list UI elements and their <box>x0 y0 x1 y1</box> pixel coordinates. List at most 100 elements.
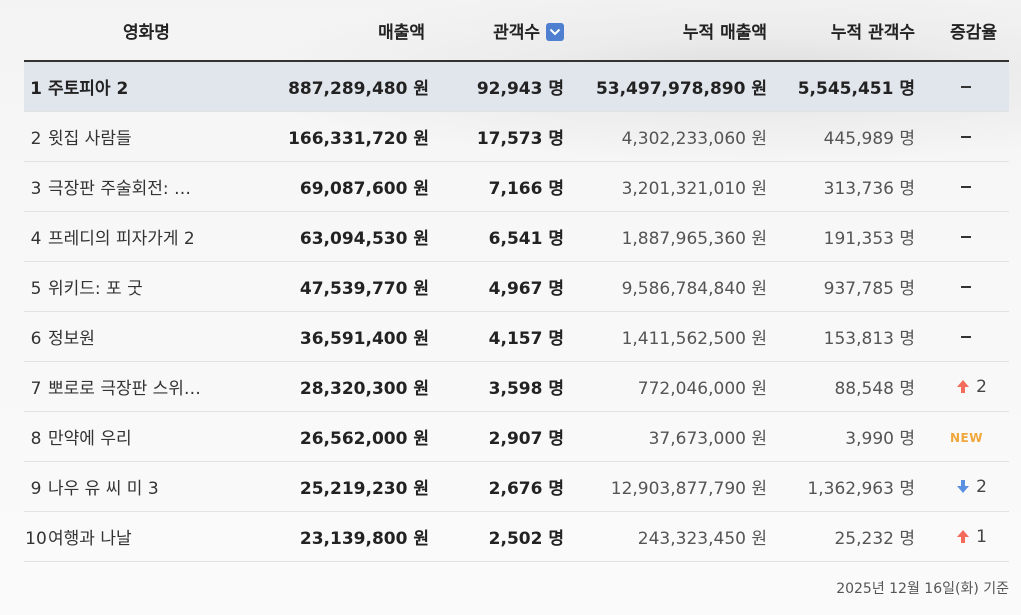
sales-cell: 69,087,600 원 <box>269 161 429 212</box>
change-cell <box>915 61 1009 112</box>
rank-number: 4 <box>30 229 42 249</box>
movie-cell[interactable]: 10여행과 나날 <box>24 511 269 562</box>
accumulated-sales-cell: 1,887,965,360 원 <box>564 211 767 262</box>
header-audience[interactable]: 관객수 <box>429 0 564 62</box>
header-change-rate[interactable]: 증감율 <box>915 0 1009 62</box>
movie-title[interactable]: 위키드: 포 굿 <box>48 274 143 299</box>
sales-cell: 36,591,400 원 <box>269 311 429 362</box>
movie-cell[interactable]: 5 위키드: 포 굿 <box>24 261 269 312</box>
movie-title[interactable]: 뽀로로 극장판 스위… <box>48 374 201 399</box>
movie-cell[interactable]: 7 뽀로로 극장판 스위… <box>24 361 269 412</box>
change-value: 2 <box>976 376 987 397</box>
rank-number: 3 <box>30 179 42 199</box>
table-body: 1 주토피아 2 887,289,480 원 92,943 명 53,497,978,8… <box>24 61 1009 562</box>
accumulated-audience-cell: 5,545,451 명 <box>767 61 915 112</box>
movie-title[interactable]: 프레디의 피자가게 2 <box>48 224 195 249</box>
movie-title[interactable]: 만약에 우리 <box>48 424 132 449</box>
accumulated-audience-cell: 313,736 명 <box>767 161 915 212</box>
table-row[interactable]: 10여행과 나날 23,139,800 원 2,502 명 243,323,450 원… <box>24 511 1009 562</box>
table-row[interactable]: 8 만약에 우리 26,562,000 원 2,907 명 37,673,000 원 3,… <box>24 411 1009 462</box>
accumulated-audience-cell: 3,990 명 <box>767 411 915 462</box>
movie-cell[interactable]: 2 윗집 사람들 <box>24 111 269 162</box>
table-row[interactable]: 7 뽀로로 극장판 스위… 28,320,300 원 3,598 명 772,046,0… <box>24 361 1009 412</box>
movie-title[interactable]: 극장판 주술회전: … <box>48 174 191 199</box>
arrow-down-icon <box>957 479 970 493</box>
change-cell: 1 <box>915 511 1009 562</box>
box-office-table: 영화명 매출액 관객수 누적 매출액 누적 관객수 증감율 1 주토피아 2 887… <box>24 0 1009 562</box>
accumulated-sales-cell: 9,586,784,840 원 <box>564 261 767 312</box>
no-change-dash-icon <box>961 235 971 238</box>
audience-cell: 2,502 명 <box>429 511 564 562</box>
audience-cell: 17,573 명 <box>429 111 564 162</box>
sales-cell: 887,289,480 원 <box>269 61 429 112</box>
header-sales[interactable]: 매출액 <box>269 0 429 62</box>
accumulated-sales-cell: 53,497,978,890 원 <box>564 61 767 112</box>
audience-cell: 4,157 명 <box>429 311 564 362</box>
change-cell <box>915 211 1009 262</box>
no-change-dash-icon <box>961 335 971 338</box>
accumulated-audience-cell: 445,989 명 <box>767 111 915 162</box>
table-row[interactable]: 3 극장판 주술회전: … 69,087,600 원 7,166 명 3,201,321… <box>24 161 1009 212</box>
rank-number: 7 <box>30 379 42 399</box>
movie-cell[interactable]: 6 정보원 <box>24 311 269 362</box>
arrow-up-icon <box>957 379 970 393</box>
audience-cell: 92,943 명 <box>429 61 564 112</box>
sales-cell: 28,320,300 원 <box>269 361 429 412</box>
movie-title[interactable]: 윗집 사람들 <box>48 124 132 149</box>
sales-cell: 26,562,000 원 <box>269 411 429 462</box>
no-change-dash-icon <box>961 85 971 88</box>
table-row[interactable]: 6 정보원 36,591,400 원 4,157 명 1,411,562,500 원 15… <box>24 311 1009 362</box>
movie-cell[interactable]: 9 나우 유 씨 미 3 <box>24 461 269 512</box>
audience-cell: 7,166 명 <box>429 161 564 212</box>
movie-title[interactable]: 나우 유 씨 미 3 <box>48 474 159 499</box>
change-cell: NEW <box>915 411 1009 462</box>
change-value: 1 <box>976 526 987 547</box>
sort-dropdown-icon[interactable] <box>546 22 564 41</box>
accumulated-audience-cell: 1,362,963 명 <box>767 461 915 512</box>
header-accumulated-sales[interactable]: 누적 매출액 <box>564 0 767 62</box>
table-row[interactable]: 2 윗집 사람들 166,331,720 원 17,573 명 4,302,233,06… <box>24 111 1009 162</box>
accumulated-sales-cell: 243,323,450 원 <box>564 511 767 562</box>
movie-cell[interactable]: 4 프레디의 피자가게 2 <box>24 211 269 262</box>
change-cell <box>915 261 1009 312</box>
header-audience-label: 관객수 <box>493 22 540 43</box>
movie-title[interactable]: 여행과 나날 <box>48 524 132 549</box>
box-office-table-container: 영화명 매출액 관객수 누적 매출액 누적 관객수 증감율 1 주토피아 2 887… <box>24 0 1009 562</box>
accumulated-sales-cell: 772,046,000 원 <box>564 361 767 412</box>
table-row[interactable]: 9 나우 유 씨 미 3 25,219,230 원 2,676 명 12,903,877… <box>24 461 1009 512</box>
table-row[interactable]: 4 프레디의 피자가게 2 63,094,530 원 6,541 명 1,887,965… <box>24 211 1009 262</box>
movie-cell[interactable]: 3 극장판 주술회전: … <box>24 161 269 212</box>
audience-cell: 6,541 명 <box>429 211 564 262</box>
change-cell: 2 <box>915 361 1009 412</box>
accumulated-sales-cell: 4,302,233,060 원 <box>564 111 767 162</box>
sales-cell: 23,139,800 원 <box>269 511 429 562</box>
new-badge: NEW <box>950 430 983 445</box>
rank-number: 5 <box>30 279 42 299</box>
change-value: 2 <box>976 476 987 497</box>
sales-cell: 47,539,770 원 <box>269 261 429 312</box>
reference-date: 2025년 12월 16일(화) 기준 <box>836 581 1009 597</box>
rank-number: 8 <box>30 429 42 449</box>
change-cell <box>915 161 1009 212</box>
arrow-up-icon <box>957 529 970 543</box>
accumulated-sales-cell: 37,673,000 원 <box>564 411 767 462</box>
movie-title[interactable]: 주토피아 2 <box>48 74 128 99</box>
rank-number: 1 <box>30 79 42 99</box>
accumulated-sales-cell: 3,201,321,010 원 <box>564 161 767 212</box>
accumulated-audience-cell: 88,548 명 <box>767 361 915 412</box>
accumulated-audience-cell: 25,232 명 <box>767 511 915 562</box>
movie-title[interactable]: 정보원 <box>48 324 95 349</box>
header-accumulated-audience[interactable]: 누적 관객수 <box>767 0 915 62</box>
change-cell <box>915 311 1009 362</box>
table-row[interactable]: 5 위키드: 포 굿 47,539,770 원 4,967 명 9,586,784,84… <box>24 261 1009 312</box>
rank-number: 2 <box>30 129 42 149</box>
sales-cell: 166,331,720 원 <box>269 111 429 162</box>
audience-cell: 2,676 명 <box>429 461 564 512</box>
movie-cell[interactable]: 1 주토피아 2 <box>24 61 269 112</box>
header-movie-title: 영화명 <box>24 0 269 62</box>
movie-cell[interactable]: 8 만약에 우리 <box>24 411 269 462</box>
accumulated-audience-cell: 937,785 명 <box>767 261 915 312</box>
no-change-dash-icon <box>961 185 971 188</box>
audience-cell: 4,967 명 <box>429 261 564 312</box>
table-row[interactable]: 1 주토피아 2 887,289,480 원 92,943 명 53,497,978,8… <box>24 61 1009 112</box>
